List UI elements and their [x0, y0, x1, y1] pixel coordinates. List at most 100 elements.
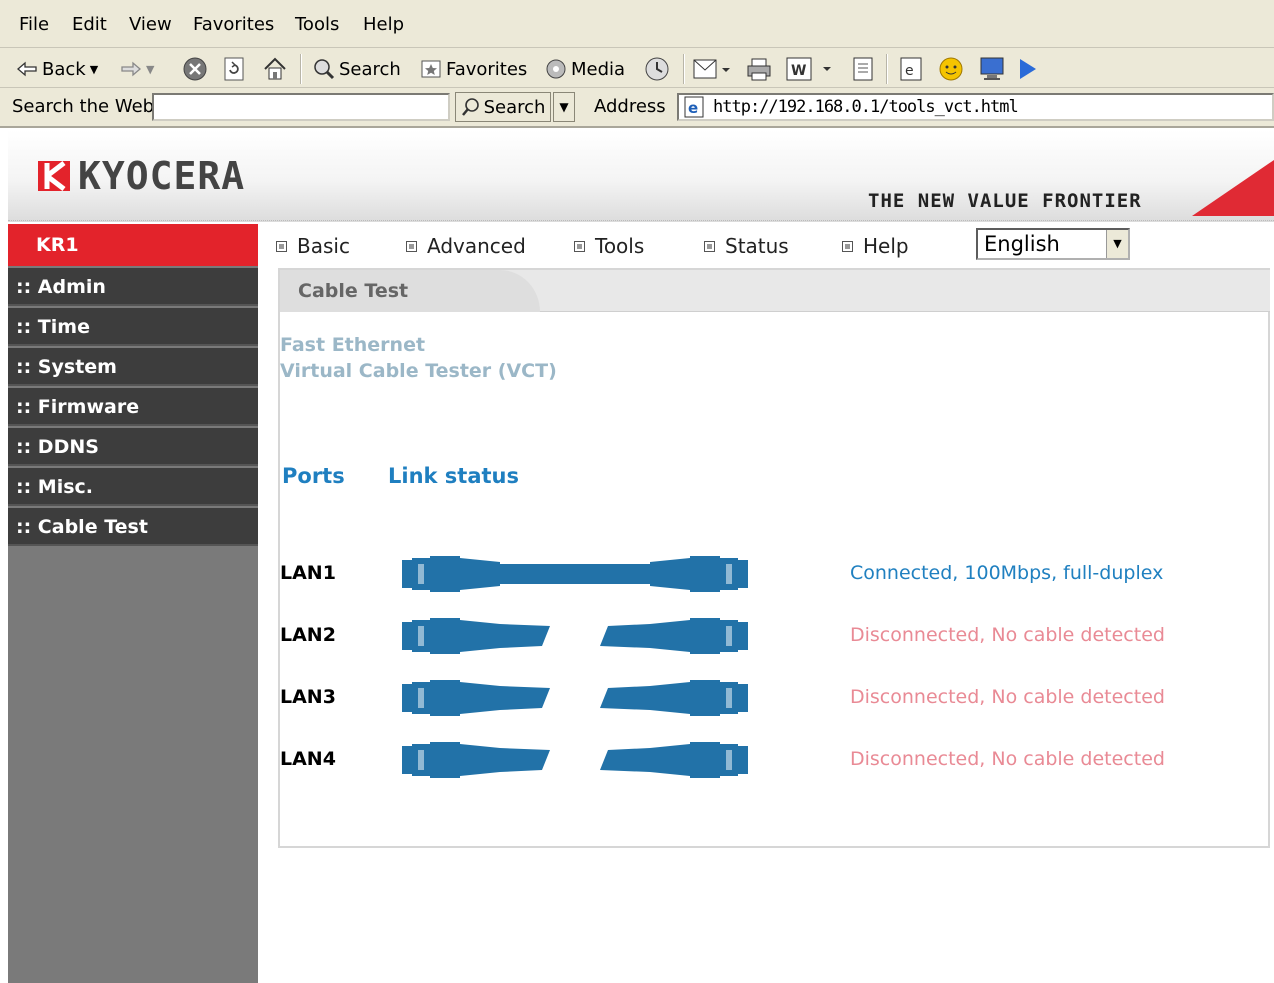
print-icon[interactable]	[745, 56, 773, 82]
computer-icon[interactable]	[978, 56, 1006, 82]
nav-advanced-label: Advanced	[427, 234, 526, 258]
description-line1: Fast Ethernet	[280, 334, 426, 356]
nav-status-label: Status	[725, 234, 789, 258]
home-icon[interactable]	[262, 56, 288, 82]
disconnected-cable-icon	[402, 618, 748, 654]
cursor-icon[interactable]	[1016, 56, 1040, 82]
sidebar-item-firmware[interactable]: :: Firmware	[8, 388, 258, 426]
port-label: LAN4	[280, 748, 336, 770]
discuss-icon[interactable]	[850, 56, 876, 82]
disconnected-cable-icon	[402, 680, 748, 716]
disconnected-cable-icon	[402, 742, 748, 778]
sidebar-item-cable-test[interactable]: :: Cable Test	[8, 508, 258, 546]
nav-basic[interactable]: Basic	[276, 234, 350, 258]
slogan: THE NEW VALUE FRONTIER	[868, 190, 1142, 212]
refresh-icon[interactable]	[222, 56, 246, 82]
svg-text:e: e	[688, 99, 698, 117]
toolbar-separator	[683, 54, 685, 84]
address-bar: Search the Web Search ▼ Address e http:/…	[0, 88, 1274, 128]
url-field[interactable]: e http://192.168.0.1/tools_vct.html	[677, 93, 1274, 121]
table-row: LAN4 Disconnected, No cable detected	[280, 738, 1270, 782]
kyocera-logo: KYOCERA	[36, 154, 245, 198]
favorites-toolbar-label: Favorites	[446, 58, 528, 80]
link-status-text: Disconnected, No cable detected	[850, 748, 1165, 770]
bullet-icon	[842, 240, 853, 252]
chevron-down-icon: ▼	[559, 100, 569, 114]
panel-title: Cable Test	[298, 280, 409, 302]
page-header: KYOCERA THE NEW VALUE FRONTIER	[8, 130, 1274, 222]
sidebar-item-ddns[interactable]: :: DDNS	[8, 428, 258, 466]
menu-edit[interactable]: Edit	[72, 14, 107, 35]
stop-icon[interactable]	[182, 56, 208, 82]
svg-text:W: W	[791, 63, 806, 79]
nav-tools[interactable]: Tools	[574, 234, 644, 258]
nav-basic-label: Basic	[297, 234, 350, 258]
chevron-down-icon[interactable]: ▼	[1106, 230, 1128, 258]
media-toolbar-button[interactable]: Media	[545, 56, 625, 82]
search-dropdown-button[interactable]: ▼	[553, 92, 575, 122]
search-globe-icon	[314, 59, 335, 80]
nav-status[interactable]: Status	[704, 234, 789, 258]
menu-help[interactable]: Help	[363, 14, 404, 35]
toolbar-separator	[886, 54, 888, 84]
cable-test-panel: Cable Test Fast Ethernet Virtual Cable T…	[278, 268, 1270, 848]
table-row: LAN2 Disconnected, No cable detected	[280, 614, 1270, 658]
sidebar-item-admin[interactable]: :: Admin	[8, 268, 258, 306]
search-web-button[interactable]: Search	[455, 92, 551, 122]
port-label: LAN3	[280, 686, 336, 708]
back-arrow-icon	[17, 61, 37, 77]
url-text: http://192.168.0.1/tools_vct.html	[713, 97, 1019, 117]
panel-tab-bar: Cable Test	[280, 270, 1270, 312]
bullet-icon	[704, 240, 715, 252]
mail-icon[interactable]	[692, 56, 732, 82]
menu-favorites[interactable]: Favorites	[193, 14, 274, 35]
forward-dropdown-icon[interactable]: ▼	[146, 63, 154, 76]
nav-advanced[interactable]: Advanced	[406, 234, 526, 258]
logo-text: KYOCERA	[78, 154, 246, 198]
browser-toolbar: Back ▼ ▼ Search Favorites Media W e	[0, 48, 1274, 88]
back-dropdown-icon[interactable]: ▼	[90, 63, 98, 76]
search-web-input[interactable]	[152, 93, 450, 121]
sidebar: KR1 :: Admin :: Time :: System :: Firmwa…	[8, 224, 258, 983]
connected-cable-icon	[402, 556, 748, 592]
history-icon[interactable]	[643, 56, 671, 82]
svg-text:e: e	[905, 63, 914, 79]
link-status-column-header: Link status	[388, 464, 520, 488]
link-status-text: Disconnected, No cable detected	[850, 686, 1165, 708]
bullet-icon	[276, 240, 287, 252]
search-web-label: Search the Web	[12, 96, 155, 117]
language-select[interactable]: English ▼	[976, 228, 1130, 260]
favorites-toolbar-button[interactable]: Favorites	[420, 56, 527, 82]
messenger-icon[interactable]	[938, 56, 964, 82]
menu-tools[interactable]: Tools	[295, 14, 339, 35]
sidebar-item-time[interactable]: :: Time	[8, 308, 258, 346]
header-divider	[8, 220, 1274, 221]
forward-button[interactable]: ▼	[120, 56, 154, 82]
port-label: LAN2	[280, 624, 336, 646]
bullet-icon	[574, 240, 585, 252]
ie-page-icon: e	[684, 96, 704, 118]
sidebar-item-system[interactable]: :: System	[8, 348, 258, 386]
bullet-icon	[406, 240, 417, 252]
search-toolbar-label: Search	[339, 58, 401, 80]
back-button[interactable]: Back ▼	[16, 56, 98, 82]
menu-bar: File Edit View Favorites Tools Help	[0, 0, 1274, 48]
model-label: KR1	[8, 224, 258, 266]
port-label: LAN1	[280, 562, 336, 584]
nav-help-label: Help	[863, 234, 909, 258]
nav-help[interactable]: Help	[842, 234, 909, 258]
sidebar-item-misc[interactable]: :: Misc.	[8, 468, 258, 506]
link-status-text: Connected, 100Mbps, full-duplex	[850, 562, 1164, 584]
search-toolbar-button[interactable]: Search	[313, 56, 401, 82]
search-web-button-label: Search	[483, 96, 546, 118]
table-row: LAN3 Disconnected, No cable detected	[280, 676, 1270, 720]
menu-view[interactable]: View	[129, 14, 172, 35]
edit-word-icon[interactable]: W	[785, 56, 837, 82]
table-row: LAN1 Connected, 100Mbps, full-duplex	[280, 552, 1270, 596]
menu-file[interactable]: File	[19, 14, 49, 35]
research-icon[interactable]: e	[898, 56, 924, 82]
kyocera-mark-icon	[38, 161, 70, 191]
header-red-wedge	[1192, 160, 1274, 216]
favorites-star-icon	[421, 60, 441, 78]
link-status-text: Disconnected, No cable detected	[850, 624, 1165, 646]
